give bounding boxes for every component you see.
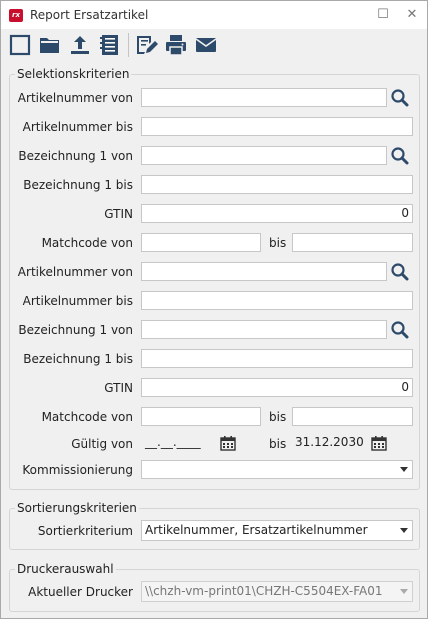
bez-bis-input-1[interactable] — [141, 175, 413, 194]
gueltig-bis-label: bis — [269, 437, 287, 451]
new-button[interactable] — [8, 33, 32, 57]
gueltig-von-calendar-button[interactable] — [220, 435, 236, 451]
bez-von-label-2: Bezeichnung 1 von — [18, 323, 133, 337]
matchcode-bis-label-1: bis — [269, 236, 287, 250]
gtin-label-2: GTIN — [104, 381, 133, 395]
matchcode-von-input-1[interactable] — [141, 233, 261, 252]
email-button[interactable] — [194, 33, 218, 57]
printer-select[interactable]: \\chzh-vm-print01\CHZH-C5504EX-FA01 — [141, 581, 413, 602]
new-icon — [9, 34, 31, 56]
sort-label: Sortierkriterium — [37, 524, 133, 538]
edit-report-icon — [137, 36, 158, 54]
open-folder-icon — [40, 38, 59, 53]
gueltig-bis-input[interactable]: 31.12.2030 — [292, 434, 368, 453]
report-window: rx Report Ersatzartikel ☐ ✕ Selektionskr — [0, 0, 428, 619]
toolbar — [1, 29, 427, 61]
artnr-bis-input-2[interactable] — [141, 291, 413, 310]
artnr-von-label-2: Artikelnummer von — [17, 265, 133, 279]
artnr-bis-input-1[interactable] — [141, 117, 413, 136]
bez-von-input-2[interactable] — [141, 320, 387, 339]
matchcode-bis-input-1[interactable] — [292, 233, 413, 252]
search-icon — [391, 147, 409, 165]
close-button[interactable]: ✕ — [403, 6, 421, 24]
gtin-input-1[interactable]: 0 — [141, 204, 413, 223]
search-icon — [391, 263, 409, 281]
selection-legend: Selektionskriterien — [17, 67, 130, 81]
kommission-select[interactable] — [141, 460, 413, 479]
matchcode-bis-input-2[interactable] — [292, 407, 413, 426]
printer-legend: Druckerauswahl — [17, 562, 114, 576]
gtin-input-2[interactable]: 0 — [141, 378, 413, 397]
toolbar-separator — [128, 33, 129, 57]
matchcode-von-label-1: Matchcode von — [41, 236, 133, 250]
upload-button[interactable] — [68, 33, 92, 57]
open-button[interactable] — [38, 33, 62, 57]
edit-report-button[interactable] — [134, 33, 158, 57]
artnr-bis-label-1: Artikelnummer bis — [22, 120, 133, 134]
title-bar: rx Report Ersatzartikel ☐ ✕ — [1, 1, 427, 29]
search-icon — [391, 321, 409, 339]
sort-value: Artikelnummer, Ersatzartikelnummer — [145, 523, 368, 537]
sorting-legend: Sortierungskriterien — [17, 501, 137, 515]
maximize-button[interactable]: ☐ — [374, 6, 392, 24]
bez-von-search-button-1[interactable] — [389, 145, 411, 167]
calendar-icon — [371, 436, 387, 451]
gueltig-von-label: Gültig von — [71, 437, 133, 451]
search-icon — [391, 89, 409, 107]
kommission-label: Kommissionierung — [22, 463, 133, 477]
artnr-von-input-1[interactable] — [141, 88, 387, 107]
bez-bis-label-2: Bezeichnung 1 bis — [23, 352, 133, 366]
window-title: Report Ersatzartikel — [30, 8, 149, 22]
calendar-icon — [220, 436, 236, 451]
artnr-bis-label-2: Artikelnummer bis — [22, 294, 133, 308]
sort-select[interactable]: Artikelnummer, Ersatzartikelnummer — [141, 520, 413, 541]
email-icon — [195, 38, 217, 52]
matchcode-von-input-2[interactable] — [141, 407, 261, 426]
bez-von-input-1[interactable] — [141, 146, 387, 165]
chevron-down-icon — [400, 528, 408, 533]
printer-value: \\chzh-vm-print01\CHZH-C5504EX-FA01 — [145, 584, 383, 598]
gueltig-bis-calendar-button[interactable] — [371, 435, 387, 451]
artnr-von-input-2[interactable] — [141, 262, 387, 281]
matchcode-bis-label-2: bis — [269, 410, 287, 424]
artnr-von-search-button-1[interactable] — [389, 87, 411, 109]
bez-bis-input-2[interactable] — [141, 349, 413, 368]
bez-bis-label-1: Bezeichnung 1 bis — [23, 178, 133, 192]
list-button[interactable] — [98, 33, 122, 57]
print-button[interactable] — [164, 33, 188, 57]
bez-von-label-1: Bezeichnung 1 von — [18, 149, 133, 163]
list-icon — [100, 35, 118, 55]
bez-von-search-button-2[interactable] — [389, 319, 411, 341]
artnr-von-label-1: Artikelnummer von — [17, 91, 133, 105]
app-logo: rx — [9, 9, 23, 22]
chevron-down-icon — [400, 467, 408, 472]
printer-label: Aktueller Drucker — [28, 585, 133, 599]
artnr-von-search-button-2[interactable] — [389, 261, 411, 283]
print-icon — [166, 35, 186, 56]
chevron-down-icon — [400, 589, 408, 594]
gueltig-von-input[interactable]: __.__.____ — [141, 434, 217, 453]
matchcode-von-label-2: Matchcode von — [41, 410, 133, 424]
gtin-label-1: GTIN — [104, 207, 133, 221]
upload-icon — [71, 36, 89, 54]
